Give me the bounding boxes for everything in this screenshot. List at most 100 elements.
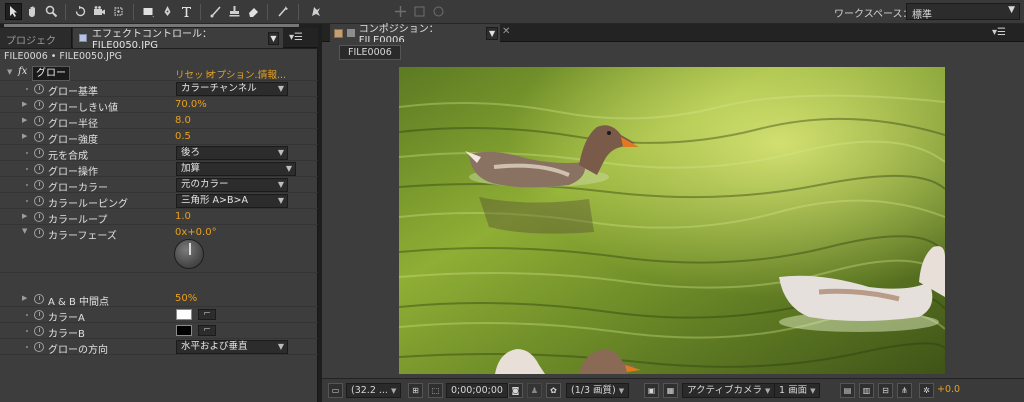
stopwatch-icon[interactable] (34, 310, 44, 320)
axis-local-icon[interactable] (392, 3, 409, 20)
color-a-swatch[interactable] (176, 309, 192, 320)
stopwatch-icon[interactable] (34, 294, 44, 304)
property-value[interactable]: 70.0% (175, 99, 207, 110)
brush-tool-icon[interactable] (207, 3, 224, 20)
options-link[interactable]: オプション... (207, 67, 264, 81)
channel-icon[interactable]: ✿ (546, 383, 561, 398)
property-value[interactable]: 8.0 (175, 115, 191, 126)
stopwatch-icon[interactable] (34, 84, 44, 94)
stopwatch-icon[interactable] (34, 228, 44, 238)
composition-viewer[interactable] (399, 67, 945, 374)
stopwatch-icon[interactable] (34, 342, 44, 352)
tab-dropdown-icon[interactable]: ▼ (267, 31, 279, 45)
hand-tool-icon[interactable] (24, 3, 41, 20)
region-of-interest-icon[interactable]: ⬚ (428, 383, 443, 398)
expand-triangle-icon[interactable]: ▶ (22, 132, 27, 140)
expand-triangle-icon[interactable]: ▶ (22, 116, 27, 124)
grid-icon[interactable]: ⊞ (408, 383, 423, 398)
expand-triangle-icon[interactable]: ▼ (7, 68, 12, 76)
stopwatch-icon[interactable] (34, 116, 44, 126)
axis-view-icon[interactable] (430, 3, 447, 20)
workspace-select[interactable]: 標準 ▼ (906, 3, 1020, 21)
color-phase-dial[interactable] (174, 239, 204, 269)
expand-triangle-icon[interactable]: ▶ (22, 294, 27, 302)
axis-world-icon[interactable] (411, 3, 428, 20)
timeline-icon[interactable]: ▥ (859, 383, 874, 398)
flowchart-icon[interactable]: ⋔ (897, 383, 912, 398)
eyedropper-icon[interactable]: ⌐ (198, 309, 216, 320)
comp-flowchart-icon[interactable]: ⊟ (878, 383, 893, 398)
info-link[interactable]: 情報... (258, 67, 286, 81)
views-value: 1 画面 (779, 385, 808, 396)
pen-tool-icon[interactable] (159, 3, 176, 20)
composition-name-tab[interactable]: FILE0006 (339, 45, 401, 60)
selection-tool-icon[interactable] (5, 3, 22, 20)
always-preview-icon[interactable]: ▭ (328, 383, 343, 398)
roto-brush-tool-icon[interactable] (274, 3, 291, 20)
stopwatch-icon[interactable] (34, 100, 44, 110)
expand-triangle-icon[interactable]: ▶ (22, 212, 27, 220)
property-value[interactable]: 1.0 (175, 211, 191, 222)
fast-preview-icon[interactable]: ▣ (644, 383, 659, 398)
stopwatch-icon[interactable] (34, 196, 44, 206)
stopwatch-icon[interactable] (34, 212, 44, 222)
stopwatch-icon[interactable] (34, 148, 44, 158)
workspace-value: 標準 (912, 10, 932, 21)
chevron-down-icon: ▼ (810, 387, 816, 395)
chevron-down-icon: ▼ (277, 342, 284, 351)
views-select[interactable]: 1 画面 ▼ (774, 383, 821, 398)
show-snapshot-icon[interactable]: ♟ (527, 383, 542, 398)
property-label: グロー基準 (48, 87, 98, 98)
property-value[interactable]: 0x+0.0° (175, 227, 217, 238)
camera-select[interactable]: アクティブカメラ ▼ (682, 383, 776, 398)
tab-project[interactable]: プロジェクト (0, 28, 72, 62)
transparency-grid-icon[interactable]: ▦ (663, 383, 678, 398)
select-value: 後ろ (181, 147, 201, 158)
close-icon[interactable]: ✕ (502, 26, 510, 37)
effect-name[interactable]: グロー (32, 66, 70, 81)
property-select[interactable]: 後ろ ▼ (176, 146, 288, 160)
camera-tool-icon[interactable] (91, 3, 108, 20)
row-bullet (26, 200, 28, 202)
color-b-swatch[interactable] (176, 325, 192, 336)
stopwatch-icon[interactable] (34, 180, 44, 190)
type-tool-icon[interactable] (178, 3, 195, 20)
mask-rectangle-tool-icon[interactable] (140, 3, 157, 20)
stopwatch-icon[interactable] (34, 326, 44, 336)
eyedropper-icon[interactable]: ⌐ (198, 325, 216, 336)
timecode-display[interactable]: 0;00;00;00 (446, 383, 508, 398)
pan-behind-tool-icon[interactable] (110, 3, 127, 20)
property-value[interactable]: 50% (175, 293, 197, 304)
row-bullet (26, 168, 28, 170)
expand-triangle-icon[interactable]: ▶ (22, 100, 27, 108)
collapse-triangle-icon[interactable]: ▼ (22, 227, 27, 235)
panel-menu-icon[interactable]: ▾☰ (289, 32, 311, 44)
snapshot-icon[interactable]: ◙ (508, 383, 523, 398)
clone-stamp-tool-icon[interactable] (226, 3, 243, 20)
property-select[interactable]: カラーチャンネル ▼ (176, 82, 288, 96)
property-select[interactable]: 加算 ▼ (176, 162, 296, 176)
tab-dropdown-icon[interactable]: ▼ (486, 26, 498, 40)
exposure-value[interactable]: +0.0 (937, 383, 960, 398)
panel-menu-icon[interactable]: ▾☰ (992, 27, 1014, 39)
property-value[interactable]: 0.5 (175, 131, 191, 142)
rotate-tool-icon[interactable] (72, 3, 89, 20)
zoom-tool-icon[interactable] (43, 3, 60, 20)
eraser-tool-icon[interactable] (245, 3, 262, 20)
tab-composition[interactable]: コンポジション：FILE0006 ▼ (330, 24, 500, 46)
property-select[interactable]: 三角形 A>B>A ▼ (176, 194, 288, 208)
effect-controls-icon (79, 34, 87, 42)
fx-toggle[interactable]: fx (18, 66, 27, 77)
tab-effect-controls[interactable]: エフェクトコントロール：FILE0050.JPG ▼ (73, 28, 283, 51)
puppet-tool-icon[interactable] (307, 3, 324, 20)
reset-exposure-icon[interactable]: ✲ (919, 383, 934, 398)
stopwatch-icon[interactable] (34, 132, 44, 142)
stopwatch-icon[interactable] (34, 164, 44, 174)
resolution-select[interactable]: (1/3 画質) ▼ (566, 383, 630, 398)
toggle-pixel-aspect-icon[interactable]: ▤ (840, 383, 855, 398)
lock-icon[interactable] (346, 29, 355, 37)
property-label: グローの方向 (48, 345, 108, 356)
property-select[interactable]: 水平および垂直 ▼ (176, 340, 288, 354)
property-select[interactable]: 元のカラー ▼ (176, 178, 288, 192)
magnification-select[interactable]: (32.2 ... ▼ (346, 383, 402, 398)
